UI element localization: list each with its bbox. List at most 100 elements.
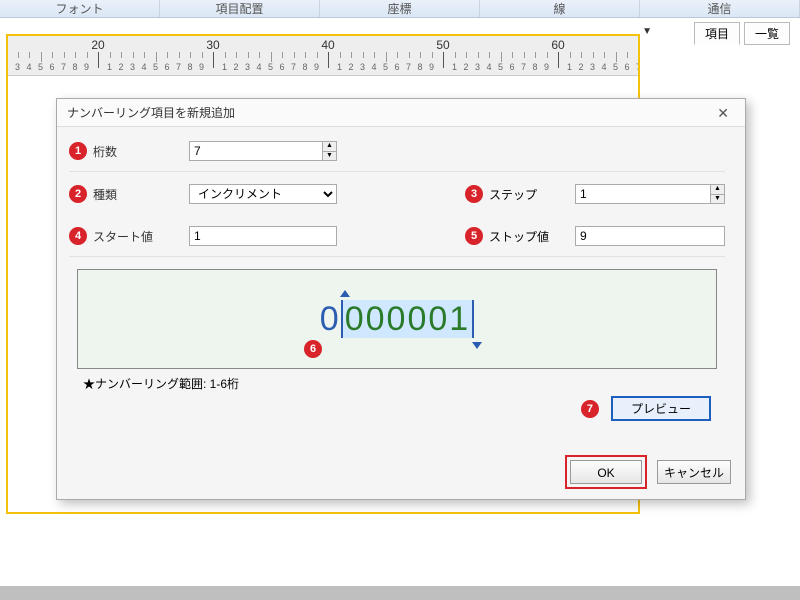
type-select[interactable]: インクリメント: [189, 184, 337, 204]
ruler-minor-label: 1: [452, 62, 457, 72]
preview-text[interactable]: 0000001: [314, 298, 480, 341]
start-label: スタート値: [93, 228, 189, 245]
side-tabs: 項目 一覧: [694, 22, 790, 45]
ruler: 2030405060 23456789123456789123456789123…: [8, 36, 638, 76]
digits-spinner[interactable]: ▲▼: [322, 142, 336, 160]
badge-7: 7: [581, 400, 599, 418]
tab-list[interactable]: 一覧: [744, 22, 790, 45]
type-label: 種類: [93, 186, 189, 203]
ruler-minor-label: 9: [84, 62, 89, 72]
ruler-minor-label: 3: [15, 62, 20, 72]
ok-button[interactable]: OK: [570, 460, 642, 484]
ruler-minor-label: 8: [302, 62, 307, 72]
ruler-minor-label: 9: [199, 62, 204, 72]
ruler-minor-label: 5: [268, 62, 273, 72]
ruler-major-label: 40: [321, 38, 334, 52]
ruler-major-label: 50: [436, 38, 449, 52]
ruler-minor-label: 3: [475, 62, 480, 72]
ruler-minor-label: 4: [26, 62, 31, 72]
ruler-minor-label: 4: [141, 62, 146, 72]
badge-3: 3: [465, 185, 483, 203]
ruler-minor-label: 6: [509, 62, 514, 72]
ruler-minor-label: 3: [130, 62, 135, 72]
ruler-minor-label: 4: [486, 62, 491, 72]
dialog-titlebar: ナンバーリング項目を新規追加 ✕: [57, 99, 745, 127]
range-note: ★ナンバーリング範囲: 1-6桁: [83, 375, 725, 392]
ruler-minor-label: 3: [245, 62, 250, 72]
numbering-dialog: ナンバーリング項目を新規追加 ✕ 1 桁数 ▲▼ 2 種類 インクリメント: [56, 98, 746, 500]
ruler-minor-label: 3: [590, 62, 595, 72]
digits-label: 桁数: [93, 143, 189, 160]
selection-handle-top-icon[interactable]: [340, 290, 350, 297]
ruler-minor-label: 7: [61, 62, 66, 72]
ruler-minor-label: 2: [348, 62, 353, 72]
dialog-title-text: ナンバーリング項目を新規追加: [67, 99, 235, 127]
ruler-minor-label: 6: [624, 62, 629, 72]
ruler-minor-label: 7: [406, 62, 411, 72]
ruler-minor-label: 6: [164, 62, 169, 72]
ruler-minor-label: 9: [429, 62, 434, 72]
ruler-minor-label: 5: [613, 62, 618, 72]
preview-box: 0000001 6: [77, 269, 717, 369]
step-spinner[interactable]: ▲▼: [710, 185, 724, 203]
badge-6: 6: [304, 340, 322, 358]
ruler-minor-label: 6: [394, 62, 399, 72]
preview-leading-digit: 0: [320, 300, 341, 338]
badge-2: 2: [69, 185, 87, 203]
ruler-minor-label: 8: [417, 62, 422, 72]
ruler-minor-label: 8: [532, 62, 537, 72]
ruler-minor-label: 2: [118, 62, 123, 72]
ruler-minor-label: 1: [107, 62, 112, 72]
ribbon-tab-line[interactable]: 線: [480, 0, 640, 17]
ruler-major-label: 20: [91, 38, 104, 52]
selection-handle-bottom-icon[interactable]: [472, 342, 482, 349]
ruler-minor-label: 4: [371, 62, 376, 72]
ruler-minor-label: 5: [38, 62, 43, 72]
ruler-minor-label: 7: [291, 62, 296, 72]
dropdown-arrow-icon[interactable]: ▼: [642, 26, 652, 37]
ruler-minor-label: 7: [176, 62, 181, 72]
stop-label: ストップ値: [489, 228, 575, 245]
ruler-minor-label: 5: [383, 62, 388, 72]
ruler-minor-label: 4: [601, 62, 606, 72]
start-input[interactable]: [189, 226, 337, 246]
ruler-minor-label: 1: [567, 62, 572, 72]
ruler-minor-label: 9: [314, 62, 319, 72]
ruler-major-label: 60: [551, 38, 564, 52]
ruler-minor-label: 7: [636, 62, 638, 72]
ruler-major-label: 30: [206, 38, 219, 52]
digits-input[interactable]: [189, 141, 337, 161]
ok-highlight: OK: [565, 455, 647, 489]
ruler-minor-label: 5: [498, 62, 503, 72]
ruler-minor-label: 6: [49, 62, 54, 72]
ruler-minor-label: 1: [337, 62, 342, 72]
step-label: ステップ: [489, 186, 575, 203]
ruler-minor-label: 5: [153, 62, 158, 72]
ruler-minor-label: 8: [72, 62, 77, 72]
badge-5: 5: [465, 227, 483, 245]
step-input[interactable]: [575, 184, 725, 204]
ribbon-tab-coords[interactable]: 座標: [320, 0, 480, 17]
cancel-button[interactable]: キャンセル: [657, 460, 731, 484]
ruler-minor-label: 2: [233, 62, 238, 72]
badge-1: 1: [69, 142, 87, 160]
ribbon: フォント 項目配置 座標 線 通信: [0, 0, 800, 18]
close-icon[interactable]: ✕: [711, 99, 735, 127]
preview-button[interactable]: プレビュー: [611, 396, 711, 421]
status-strip: [0, 586, 800, 600]
badge-4: 4: [69, 227, 87, 245]
ruler-minor-label: 4: [256, 62, 261, 72]
ruler-minor-label: 2: [578, 62, 583, 72]
ruler-minor-label: 1: [222, 62, 227, 72]
ruler-minor-label: 8: [187, 62, 192, 72]
stop-input[interactable]: [575, 226, 725, 246]
ribbon-tab-layout[interactable]: 項目配置: [160, 0, 320, 17]
ribbon-tab-font[interactable]: フォント: [0, 0, 160, 17]
ruler-minor-label: 6: [279, 62, 284, 72]
tab-item[interactable]: 項目: [694, 22, 740, 45]
preview-selection: 000001: [341, 300, 474, 338]
ruler-minor-label: 9: [544, 62, 549, 72]
ruler-minor-label: 2: [463, 62, 468, 72]
ruler-minor-label: 3: [360, 62, 365, 72]
ribbon-tab-comm[interactable]: 通信: [640, 0, 800, 17]
